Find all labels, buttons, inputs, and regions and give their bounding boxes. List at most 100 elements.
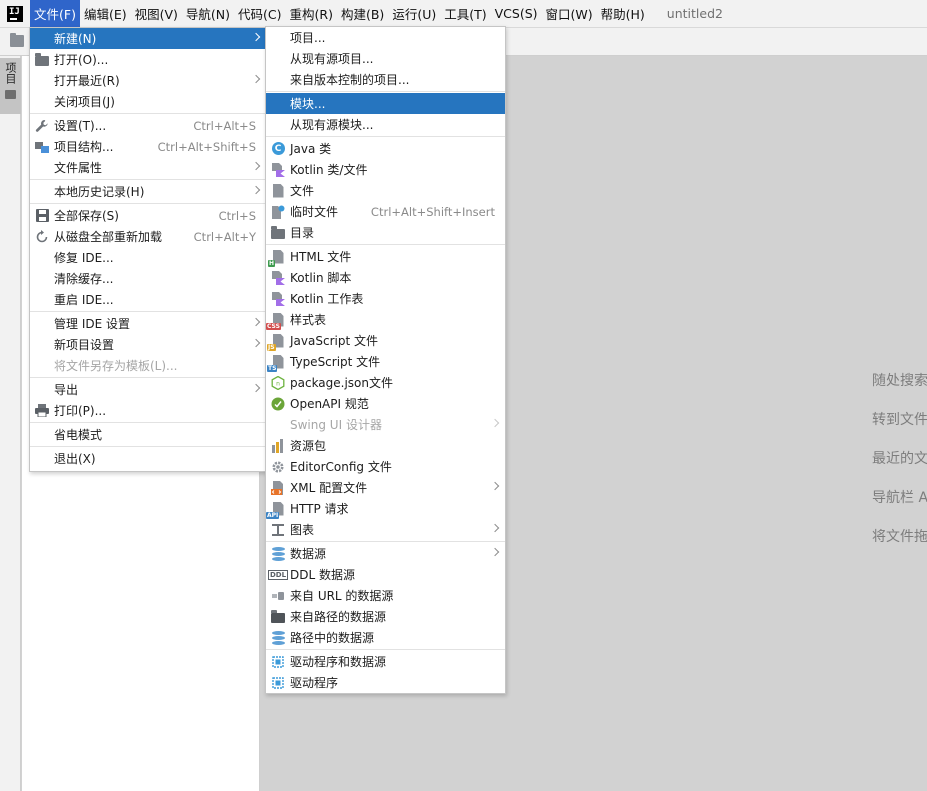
file-menu-open[interactable]: 打开(O)...	[30, 49, 266, 70]
file-menu-print[interactable]: 打印(P)...	[30, 400, 266, 421]
new-package-json[interactable]: n package.json文件	[266, 372, 505, 393]
new-file[interactable]: 文件	[266, 180, 505, 201]
new-editorconfig[interactable]: EditorConfig 文件	[266, 456, 505, 477]
folder-icon	[5, 90, 16, 99]
file-menu-new-project-settings[interactable]: 新项目设置	[30, 334, 266, 355]
new-project[interactable]: 项目...	[266, 27, 505, 48]
new-kotlin-class[interactable]: Kotlin 类/文件	[266, 159, 505, 180]
database-icon	[270, 546, 286, 562]
ddl-icon: DDL	[267, 569, 289, 580]
file-menu-exit[interactable]: 退出(X)	[30, 448, 266, 469]
project-title: untitled2	[666, 6, 723, 21]
nodejs-icon: n	[270, 375, 286, 391]
blank-icon	[270, 117, 286, 133]
new-java-class[interactable]: C Java 类	[266, 138, 505, 159]
hint-drop-files: 将文件拖	[872, 529, 927, 545]
blank-icon	[34, 292, 50, 308]
menu-navigate[interactable]: 导航(N)	[182, 0, 234, 28]
menu-code[interactable]: 代码(C)	[234, 0, 285, 28]
project-tool-tab[interactable]: 项目	[0, 58, 21, 114]
file-menu-manage-ide-settings[interactable]: 管理 IDE 设置	[30, 313, 266, 334]
new-project-from-existing[interactable]: 从现有源项目...	[266, 48, 505, 69]
new-typescript-file[interactable]: TS TypeScript 文件	[266, 351, 505, 372]
project-folder-icon[interactable]	[10, 33, 24, 47]
file-menu-new[interactable]: 新建(N)	[30, 28, 266, 49]
new-project-from-vcs[interactable]: 来自版本控制的项目...	[266, 69, 505, 90]
new-resource-bundle[interactable]: 资源包	[266, 435, 505, 456]
new-diagram[interactable]: 图表	[266, 519, 505, 540]
file-menu-invalidate-caches[interactable]: 清除缓存...	[30, 268, 266, 289]
blank-icon	[34, 358, 50, 374]
new-module-from-existing[interactable]: 从现有源模块...	[266, 114, 505, 135]
file-menu-settings[interactable]: 设置(T)... Ctrl+Alt+S	[30, 115, 266, 136]
scratch-file-icon	[270, 204, 286, 220]
blank-icon	[34, 184, 50, 200]
file-menu-project-structure[interactable]: 项目结构... Ctrl+Alt+Shift+S	[30, 136, 266, 157]
menu-vcs[interactable]: VCS(S)	[491, 0, 542, 28]
menu-window[interactable]: 窗口(W)	[542, 0, 597, 28]
hint-goto-file: 转到文件	[872, 412, 927, 428]
menu-view[interactable]: 视图(V)	[131, 0, 182, 28]
tool-window-strip	[0, 56, 21, 791]
new-data-source[interactable]: 数据源	[266, 543, 505, 564]
file-menu-save-all[interactable]: 全部保存(S) Ctrl+S	[30, 205, 266, 226]
blank-icon	[270, 72, 286, 88]
new-http-request[interactable]: API HTTP 请求	[266, 498, 505, 519]
menu-refactor[interactable]: 重构(R)	[286, 0, 337, 28]
new-kotlin-worksheet[interactable]: Kotlin 工作表	[266, 288, 505, 309]
java-class-icon: C	[270, 141, 286, 157]
blank-icon	[34, 31, 50, 47]
driver-icon	[270, 675, 286, 691]
menu-edit[interactable]: 编辑(E)	[80, 0, 131, 28]
blank-icon	[270, 96, 286, 112]
javascript-file-icon: JS	[267, 333, 286, 351]
file-menu-restart-ide[interactable]: 重启 IDE...	[30, 289, 266, 310]
file-icon	[270, 183, 286, 199]
svg-text:n: n	[276, 380, 280, 387]
printer-icon	[34, 403, 50, 419]
xml-file-icon	[270, 480, 286, 496]
file-menu-file-properties[interactable]: 文件属性	[30, 157, 266, 178]
new-directory[interactable]: 目录	[266, 222, 505, 243]
hint-search-everywhere: 随处搜索	[872, 373, 927, 389]
file-menu-reload-all[interactable]: 从磁盘全部重新加载 Ctrl+Alt+Y	[30, 226, 266, 247]
welcome-hints: 随处搜索 转到文件 最近的文件 导航栏 A 将文件拖	[872, 372, 927, 567]
project-structure-icon	[34, 139, 50, 155]
menu-run[interactable]: 运行(U)	[388, 0, 440, 28]
new-data-source-in-path[interactable]: 路径中的数据源	[266, 627, 505, 648]
menu-file[interactable]: 文件(F)	[30, 0, 80, 28]
new-html-file[interactable]: H HTML 文件	[266, 246, 505, 267]
new-ddl-data-source[interactable]: DDL DDL 数据源	[266, 564, 505, 585]
menu-tools[interactable]: 工具(T)	[440, 0, 490, 28]
file-menu-save-as-template: 将文件另存为模板(L)...	[30, 355, 266, 376]
menu-build[interactable]: 构建(B)	[337, 0, 388, 28]
url-plug-icon	[270, 588, 286, 604]
file-menu-repair-ide[interactable]: 修复 IDE...	[30, 247, 266, 268]
new-module[interactable]: 模块...	[266, 93, 505, 114]
new-driver-and-data-source[interactable]: 驱动程序和数据源	[266, 651, 505, 672]
new-data-source-from-path[interactable]: 来自路径的数据源	[266, 606, 505, 627]
new-javascript-file[interactable]: JS JavaScript 文件	[266, 330, 505, 351]
new-driver[interactable]: 驱动程序	[266, 672, 505, 693]
file-menu-open-recent[interactable]: 打开最近(R)	[30, 70, 266, 91]
new-data-source-from-url[interactable]: 来自 URL 的数据源	[266, 585, 505, 606]
new-submenu: 项目... 从现有源项目... 来自版本控制的项目... 模块... 从现有源模…	[265, 26, 506, 694]
kotlin-file-icon	[270, 162, 286, 178]
new-swing-ui-designer: Swing UI 设计器	[266, 414, 505, 435]
new-stylesheet[interactable]: CSS 样式表	[266, 309, 505, 330]
file-menu-export[interactable]: 导出	[30, 379, 266, 400]
new-openapi[interactable]: OpenAPI 规范	[266, 393, 505, 414]
new-xml-config[interactable]: XML 配置文件	[266, 477, 505, 498]
database-icon	[270, 630, 286, 646]
file-menu-local-history[interactable]: 本地历史记录(H)	[30, 181, 266, 202]
http-api-icon: API	[266, 501, 286, 519]
blank-icon	[34, 160, 50, 176]
new-kotlin-script[interactable]: Kotlin 脚本	[266, 267, 505, 288]
file-menu-power-save[interactable]: 省电模式	[30, 424, 266, 445]
save-icon	[34, 208, 50, 224]
file-menu-close-project[interactable]: 关闭项目(J)	[30, 91, 266, 112]
new-scratch-file[interactable]: 临时文件 Ctrl+Alt+Shift+Insert	[266, 201, 505, 222]
menu-help[interactable]: 帮助(H)	[597, 0, 649, 28]
blank-icon	[34, 73, 50, 89]
project-tab-label: 项目	[4, 62, 17, 84]
